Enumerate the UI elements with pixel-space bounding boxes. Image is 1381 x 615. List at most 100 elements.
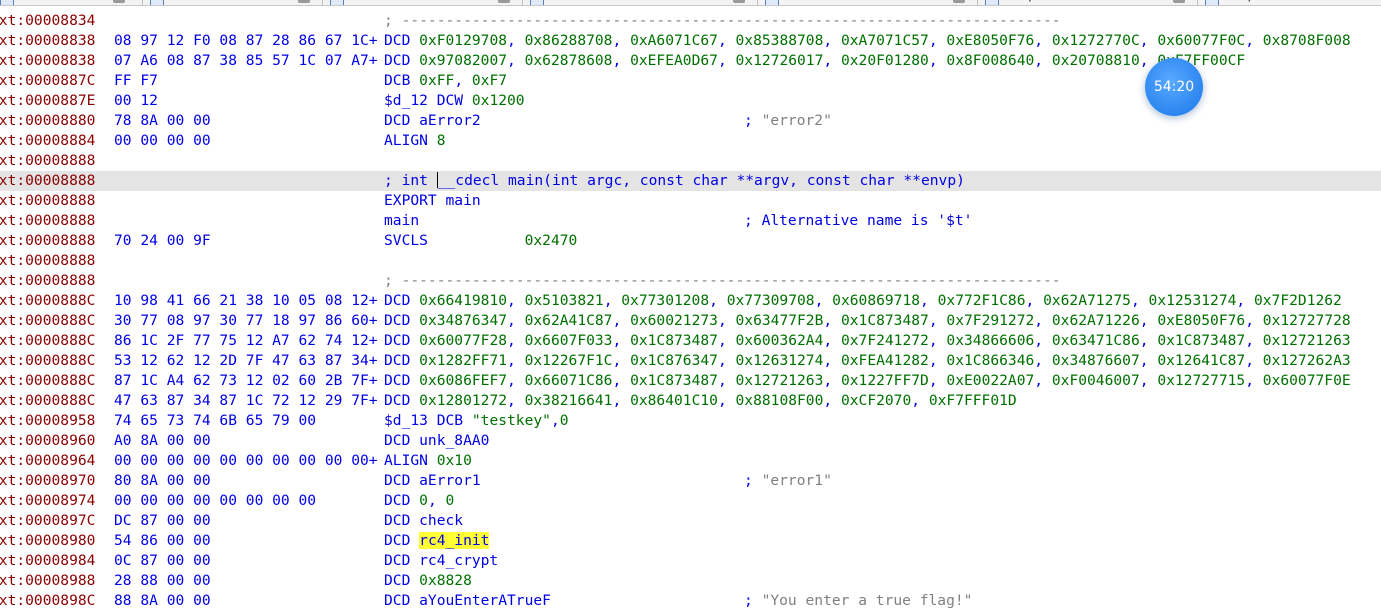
line-address: ext:00008888 xyxy=(0,152,96,169)
line-bytes: 00 00 00 00 00 00 00 00 00 00+ xyxy=(114,452,378,469)
highlighted-symbol[interactable]: rc4_init xyxy=(419,532,490,549)
line-instruction: DCD rc4_init xyxy=(384,532,490,549)
line-comment: ; "error2" xyxy=(744,112,832,129)
tab-divider xyxy=(522,0,523,5)
close-tab-icon[interactable] xyxy=(498,0,510,3)
listing-line[interactable]: ext:00008958 74 65 73 74 6B 65 79 00 $d_13… xyxy=(0,411,1381,431)
line-bytes: 88 8A 00 00 xyxy=(114,592,211,609)
line-address: ext:00008958 xyxy=(0,412,96,429)
line-instruction: DCD rc4_crypt xyxy=(384,552,499,569)
tab-pseudocode-a[interactable]: Pseudocode-A xyxy=(150,0,320,5)
selected-listing-line[interactable]: ext:00008888 ; int __cdecl main(int argc,… xyxy=(0,171,1381,191)
line-instruction: DCD 0x34876347, 0x62A41C87, 0x60021273, … xyxy=(384,312,1351,329)
line-instruction: DCD 0x66419810, 0x5103821, 0x77301208, 0… xyxy=(384,292,1342,309)
line-instruction: DCB 0xFF, 0xF7 xyxy=(384,72,508,89)
line-bytes: 86 1C 2F 77 75 12 A7 62 74 12+ xyxy=(114,332,378,349)
listing-line[interactable]: ext:00008888 xyxy=(0,251,1381,271)
line-instruction: $d_12 DCW 0x1200 xyxy=(384,92,525,109)
line-address: ext:00008838 xyxy=(0,52,96,69)
listing-line[interactable]: ext:00008960 A0 8A 00 00 DCD unk_8AA0 xyxy=(0,431,1381,451)
listing-line[interactable]: ext:00008974 00 00 00 00 00 00 00 00 DCD 0… xyxy=(0,491,1381,511)
line-bytes: 74 65 73 74 6B 65 79 00 xyxy=(114,412,317,429)
line-bytes: 0C 87 00 00 xyxy=(114,552,211,569)
line-instruction: ALIGN 8 xyxy=(384,132,446,149)
close-tab-icon[interactable] xyxy=(1173,0,1185,3)
listing-line[interactable]: ext:00008888 xyxy=(0,151,1381,171)
structures-icon xyxy=(530,0,544,5)
ida-view-icon xyxy=(0,0,14,5)
listing-line[interactable]: ext:00008834 ; --------------------------… xyxy=(0,11,1381,31)
listing-line[interactable]: ext:00008888 ; --------------------------… xyxy=(0,271,1381,291)
listing-line[interactable]: ext:00008980 54 86 00 00 DCD rc4_init xyxy=(0,531,1381,551)
line-address: ext:00008970 xyxy=(0,472,96,489)
line-bytes: A0 8A 00 00 xyxy=(114,432,211,449)
line-instruction: DCD aError2 xyxy=(384,112,481,129)
line-instruction: DCD 0x8828 xyxy=(384,572,472,589)
line-address: ext:00008888 xyxy=(0,172,96,189)
line-instruction: main xyxy=(384,212,420,229)
listing-line[interactable]: ext:00008984 0C 87 00 00 DCD rc4_crypt xyxy=(0,551,1381,571)
line-bytes: FF F7 xyxy=(114,72,158,89)
line-bytes: 00 00 00 00 00 00 00 00 xyxy=(114,492,317,509)
tab-divider xyxy=(977,0,978,5)
listing-line[interactable]: ext:00008838 08 97 12 F0 08 87 28 86 67 1… xyxy=(0,31,1381,51)
tab-imports[interactable]: Imports xyxy=(985,0,1195,5)
line-address: ext:00008980 xyxy=(0,532,96,549)
line-instruction: DCD 0xF0129708, 0x86288708, 0xA6071C67, … xyxy=(384,32,1351,49)
line-instruction: ALIGN 0x10 xyxy=(384,452,472,469)
close-tab-icon[interactable] xyxy=(733,0,745,3)
enums-icon xyxy=(765,0,779,5)
tab-enums[interactable]: Enums xyxy=(765,0,975,5)
imports-icon xyxy=(985,0,999,5)
listing-line[interactable]: ext:00008970 80 8A 00 00 DCD aError1 ; "err… xyxy=(0,471,1381,491)
line-bytes: 00 00 00 00 xyxy=(114,132,211,149)
tab-hex-view-1[interactable]: Hex View-1 xyxy=(330,0,520,5)
listing-line[interactable]: ext:00008884 00 00 00 00 ALIGN 8 xyxy=(0,131,1381,151)
tab-divider xyxy=(142,0,143,5)
tab-divider xyxy=(322,0,323,5)
line-address: ext:00008884 xyxy=(0,132,96,149)
listing-line[interactable]: ext:0000898C 88 8A 00 00 DCD aYouEnterATru… xyxy=(0,591,1381,611)
hex-view-icon xyxy=(330,0,344,5)
listing-line[interactable]: ext:0000888C 10 98 41 66 21 38 10 05 08 1… xyxy=(0,291,1381,311)
listing-line[interactable]: ext:00008888 main ; Alternative name is '$… xyxy=(0,211,1381,231)
tab-label: Exports xyxy=(1233,0,1279,1)
listing-line[interactable]: ext:0000888C 53 12 62 12 2D 7F 47 63 87 3… xyxy=(0,351,1381,371)
close-tab-icon[interactable] xyxy=(298,0,310,3)
line-instruction: DCD aYouEnterATrueF xyxy=(384,592,551,609)
line-instruction: DCD 0x12801272, 0x38216641, 0x86401C10, … xyxy=(384,392,1017,409)
line-instruction: DCD aError1 xyxy=(384,472,481,489)
line-bytes: 70 24 00 9F xyxy=(114,232,211,249)
ida-window: IDA View-A Pseudocode-A Hex View-1 Structur… xyxy=(0,0,1381,615)
line-instruction: ; int __cdecl main(int argc, const char … xyxy=(384,172,965,189)
line-address: ext:00008888 xyxy=(0,232,96,249)
timer-badge[interactable]: 54:20 xyxy=(1145,58,1203,116)
tab-label: IDA View-A xyxy=(28,0,93,1)
listing-line[interactable]: ext:0000888C 47 63 87 34 87 1C 72 12 29 7… xyxy=(0,391,1381,411)
line-comment: ; "error1" xyxy=(744,472,832,489)
tab-exports[interactable]: Exports xyxy=(1205,0,1381,5)
tab-divider xyxy=(1197,0,1198,5)
listing-line[interactable]: ext:00008964 00 00 00 00 00 00 00 00 00 0… xyxy=(0,451,1381,471)
tab-structures[interactable]: Structures xyxy=(530,0,755,5)
line-address: ext:0000888C xyxy=(0,352,96,369)
line-address: ext:00008880 xyxy=(0,112,96,129)
close-tab-icon[interactable] xyxy=(953,0,965,3)
listing-line[interactable]: ext:0000888C 86 1C 2F 77 75 12 A7 62 74 1… xyxy=(0,331,1381,351)
tab-ida-view-a[interactable]: IDA View-A xyxy=(0,0,135,5)
tab-label: Enums xyxy=(793,0,834,1)
pseudocode-icon xyxy=(150,0,164,5)
line-comment: ; Alternative name is '$t' xyxy=(744,212,973,229)
listing-line[interactable]: ext:0000888C 87 1C A4 62 73 12 02 60 2B 7… xyxy=(0,371,1381,391)
listing-line[interactable]: ext:0000888C 30 77 08 97 30 77 18 97 86 6… xyxy=(0,311,1381,331)
listing-line[interactable]: ext:0000897C DC 87 00 00 DCD check xyxy=(0,511,1381,531)
close-tab-icon[interactable] xyxy=(113,0,125,3)
tab-label: Imports xyxy=(1013,0,1059,1)
listing-line[interactable]: ext:00008988 28 88 00 00 DCD 0x8828 xyxy=(0,571,1381,591)
tab-divider xyxy=(757,0,758,5)
line-instruction: $d_13 DCB "testkey",0 xyxy=(384,412,569,429)
listing-line[interactable]: ext:00008888 70 24 00 9F SVCLS 0x2470 xyxy=(0,231,1381,251)
listing-line[interactable]: ext:00008888 EXPORT main xyxy=(0,191,1381,211)
line-address: ext:00008964 xyxy=(0,452,96,469)
line-address: ext:00008888 xyxy=(0,272,96,289)
